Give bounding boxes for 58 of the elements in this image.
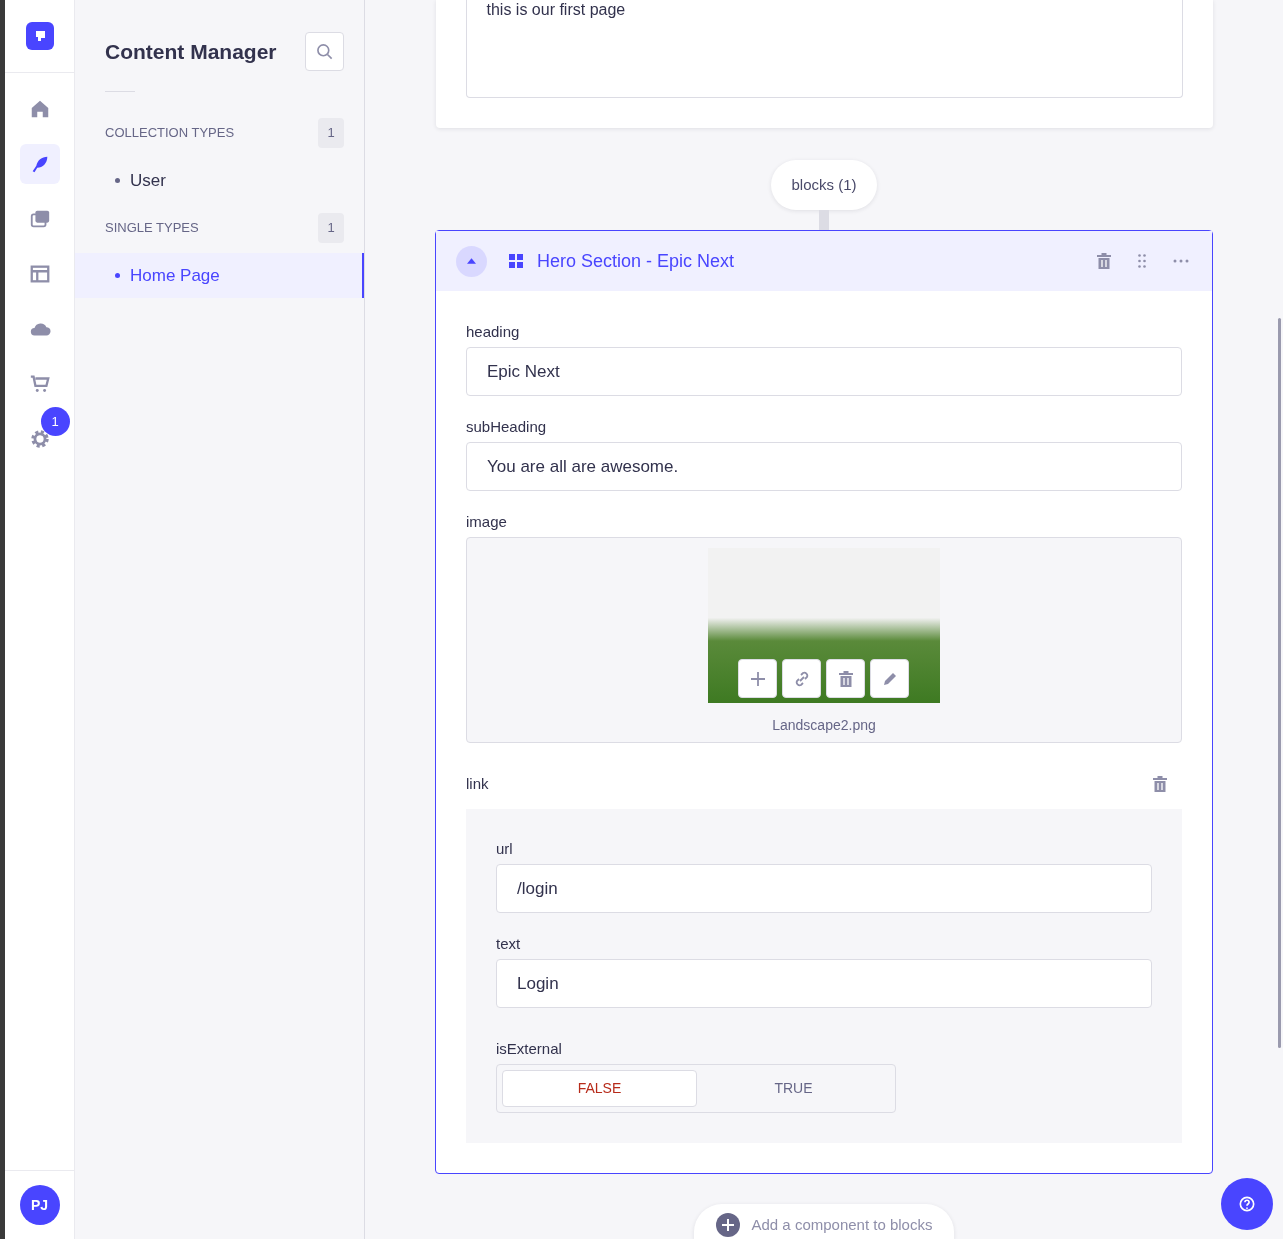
field-label: isExternal	[496, 1039, 563, 1059]
add-button[interactable]	[738, 659, 777, 698]
section-heading: SINGLE TYPES	[105, 219, 199, 238]
input-field[interactable]: Epic Next	[466, 347, 1182, 396]
field-label: subHeading	[466, 417, 548, 437]
field-label: url	[496, 839, 514, 859]
toggle-option[interactable]: TRUE	[697, 1070, 890, 1107]
text-area[interactable]: this is our first page	[465, 0, 1183, 98]
toggle-option[interactable]: FALSE	[502, 1070, 697, 1107]
sidebar-link[interactable]: Home Page	[75, 253, 364, 298]
add-component-button[interactable]: Add a component to blocks	[693, 1204, 955, 1239]
count-badge: 1	[318, 213, 344, 243]
image-field[interactable]: Landscape2.png	[466, 537, 1182, 743]
nav-button[interactable]	[19, 144, 60, 184]
plus-icon	[749, 670, 766, 687]
settings-icon	[28, 428, 51, 450]
trash-icon	[1097, 253, 1111, 269]
search-button[interactable]	[305, 32, 344, 71]
boolean-toggle[interactable]: FALSE TRUE	[496, 1064, 896, 1113]
plus-circle-icon	[715, 1213, 740, 1237]
nav-button[interactable]: 1	[19, 407, 70, 459]
caret-up-icon	[467, 258, 476, 264]
count-badge: 1	[318, 118, 344, 148]
sidebar-title: Content Manager	[105, 38, 277, 65]
collapse-button[interactable]	[456, 245, 487, 277]
delete-button[interactable]	[826, 659, 865, 698]
field-label: text	[496, 934, 522, 954]
field-label: link	[466, 773, 489, 794]
field-label: image	[466, 512, 508, 532]
blocks-label: blocks (1)	[771, 160, 877, 210]
logo-icon	[25, 22, 54, 50]
input-field[interactable]: /login	[496, 864, 1152, 913]
pencil-icon	[881, 670, 898, 687]
user-avatar[interactable]: PJ	[19, 1185, 60, 1225]
input-field[interactable]: You are all are awesome.	[466, 442, 1182, 491]
cart-icon	[28, 373, 51, 395]
delete-button[interactable]	[1152, 775, 1168, 793]
delete-button[interactable]	[1096, 251, 1112, 271]
link-button[interactable]	[782, 659, 821, 698]
section-heading: COLLECTION TYPES	[105, 124, 235, 143]
sidebar-link[interactable]: User	[75, 158, 364, 203]
notification-badge: 1	[40, 407, 70, 436]
layout-icon	[28, 263, 51, 285]
link-icon	[793, 670, 810, 687]
help-button[interactable]	[1221, 1178, 1273, 1230]
search-icon	[314, 41, 335, 62]
grid-icon	[509, 254, 523, 268]
drag-icon	[1138, 254, 1146, 268]
field-label: heading	[466, 322, 521, 342]
more-icon	[1173, 259, 1189, 263]
file-name: Landscape2.png	[772, 716, 876, 735]
help-icon	[1237, 1194, 1257, 1214]
images-icon	[28, 208, 51, 230]
component-title: Hero Section - Epic Next	[537, 249, 735, 273]
edit-button[interactable]	[870, 659, 909, 698]
trash-icon	[838, 670, 853, 687]
trash-icon	[1153, 776, 1167, 792]
input-field[interactable]: Login	[496, 959, 1152, 1008]
